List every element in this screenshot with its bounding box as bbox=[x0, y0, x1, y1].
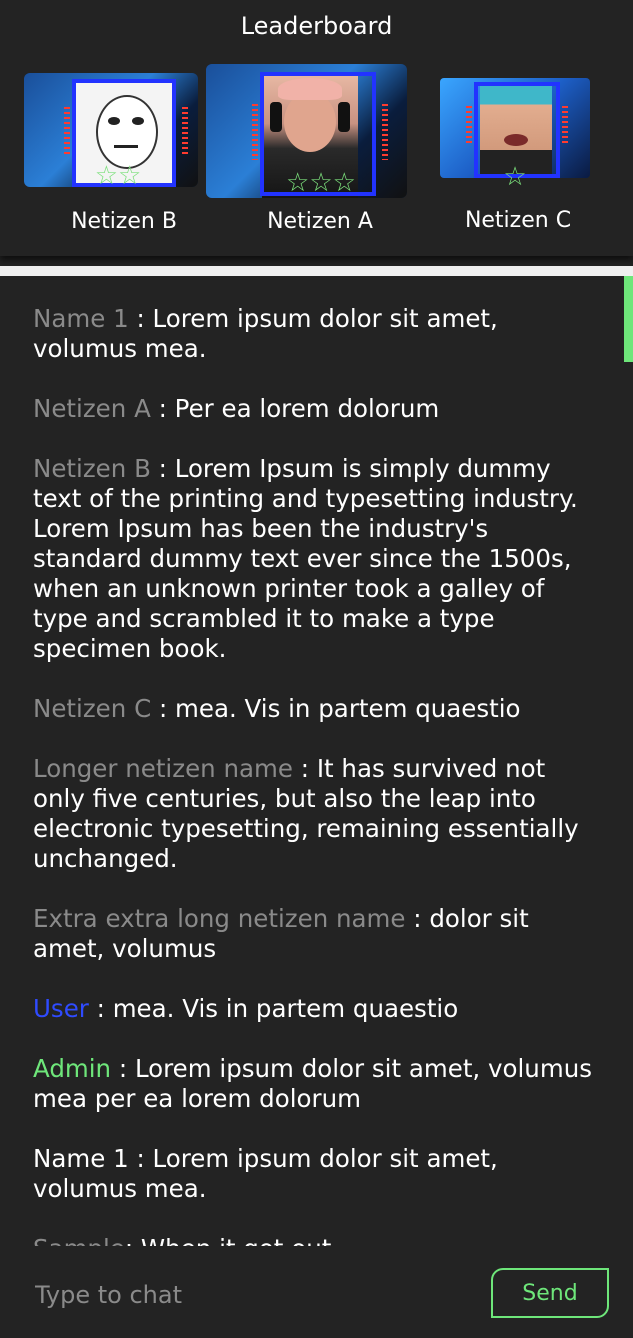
message-separator: : bbox=[128, 1144, 153, 1173]
leaderboard-panel: Leaderboard ☆☆ Netizen B ☆☆☆ Netizen A ☆… bbox=[0, 0, 633, 256]
message-author[interactable]: Name 1 bbox=[33, 1144, 129, 1173]
message-separator: : bbox=[405, 904, 430, 933]
leaderboard-entry-third[interactable]: ☆ Netizen C bbox=[440, 78, 590, 244]
message-author[interactable]: Extra extra long netizen name bbox=[33, 904, 406, 933]
message-author[interactable]: User bbox=[33, 994, 89, 1023]
leaderboard-title: Leaderboard bbox=[240, 12, 393, 40]
chat-input-bar: Send bbox=[0, 1246, 633, 1338]
chat-message: Sample: When it got out bbox=[33, 1234, 593, 1246]
send-button[interactable]: Send bbox=[491, 1268, 609, 1318]
chat-message: Admin : Lorem ipsum dolor sit amet, volu… bbox=[33, 1054, 593, 1114]
star-rating-icon: ☆ bbox=[503, 162, 527, 192]
star-rating-icon: ☆☆☆ bbox=[286, 168, 356, 198]
chat-message: User : mea. Vis in partem quaestio bbox=[33, 994, 593, 1024]
message-separator: : bbox=[111, 1054, 135, 1083]
message-author[interactable]: Admin bbox=[33, 1054, 111, 1083]
star-rating-icon: ☆☆ bbox=[94, 161, 142, 191]
message-author[interactable]: Netizen C bbox=[33, 694, 151, 723]
message-separator: : bbox=[88, 994, 113, 1023]
leaderboard-name: Netizen A bbox=[267, 209, 373, 234]
message-author[interactable]: Netizen B bbox=[33, 454, 151, 483]
chat-message: Netizen A : Per ea lorem dolorum bbox=[33, 394, 593, 424]
chat-message: Netizen B : Lorem Ipsum is simply dummy … bbox=[33, 454, 593, 664]
message-separator: : bbox=[150, 454, 175, 483]
leaderboard-name: Netizen B bbox=[71, 209, 177, 234]
message-text: mea. Vis in partem quaestio bbox=[175, 694, 521, 723]
chat-message: Name 1 : Lorem ipsum dolor sit amet, vol… bbox=[33, 304, 593, 364]
chat-input[interactable] bbox=[33, 1276, 457, 1314]
leaderboard-name: Netizen C bbox=[464, 208, 572, 233]
chat-message-list[interactable]: Name 1 : Lorem ipsum dolor sit amet, vol… bbox=[0, 276, 633, 1246]
message-separator: : bbox=[125, 1234, 141, 1246]
leaderboard-entry-first[interactable]: ☆☆☆ Netizen A bbox=[206, 64, 407, 244]
section-divider bbox=[0, 266, 633, 276]
message-text: Lorem Ipsum is simply dummy text of the … bbox=[33, 454, 578, 663]
message-separator: : bbox=[292, 754, 317, 783]
message-separator: : bbox=[151, 694, 176, 723]
message-separator: : bbox=[128, 304, 153, 333]
message-text: Per ea lorem dolorum bbox=[174, 394, 440, 423]
chat-message: Extra extra long netizen name : dolor si… bbox=[33, 904, 593, 964]
message-author[interactable]: Longer netizen name bbox=[33, 754, 293, 783]
chat-message: Netizen C : mea. Vis in partem quaestio bbox=[33, 694, 593, 724]
leaderboard-entry-second[interactable]: ☆☆ Netizen B bbox=[24, 73, 198, 243]
chat-scrollbar-thumb[interactable] bbox=[624, 276, 633, 362]
chat-message: Longer netizen name : It has survived no… bbox=[33, 754, 593, 874]
message-author[interactable]: Name 1 bbox=[33, 304, 129, 333]
message-author[interactable]: Sample bbox=[33, 1234, 125, 1246]
message-text: When it got out bbox=[141, 1234, 331, 1246]
message-text: mea. Vis in partem quaestio bbox=[112, 994, 459, 1023]
message-separator: : bbox=[150, 394, 175, 423]
chat-message: Name 1 : Lorem ipsum dolor sit amet, vol… bbox=[33, 1144, 593, 1204]
message-author[interactable]: Netizen A bbox=[33, 394, 151, 423]
